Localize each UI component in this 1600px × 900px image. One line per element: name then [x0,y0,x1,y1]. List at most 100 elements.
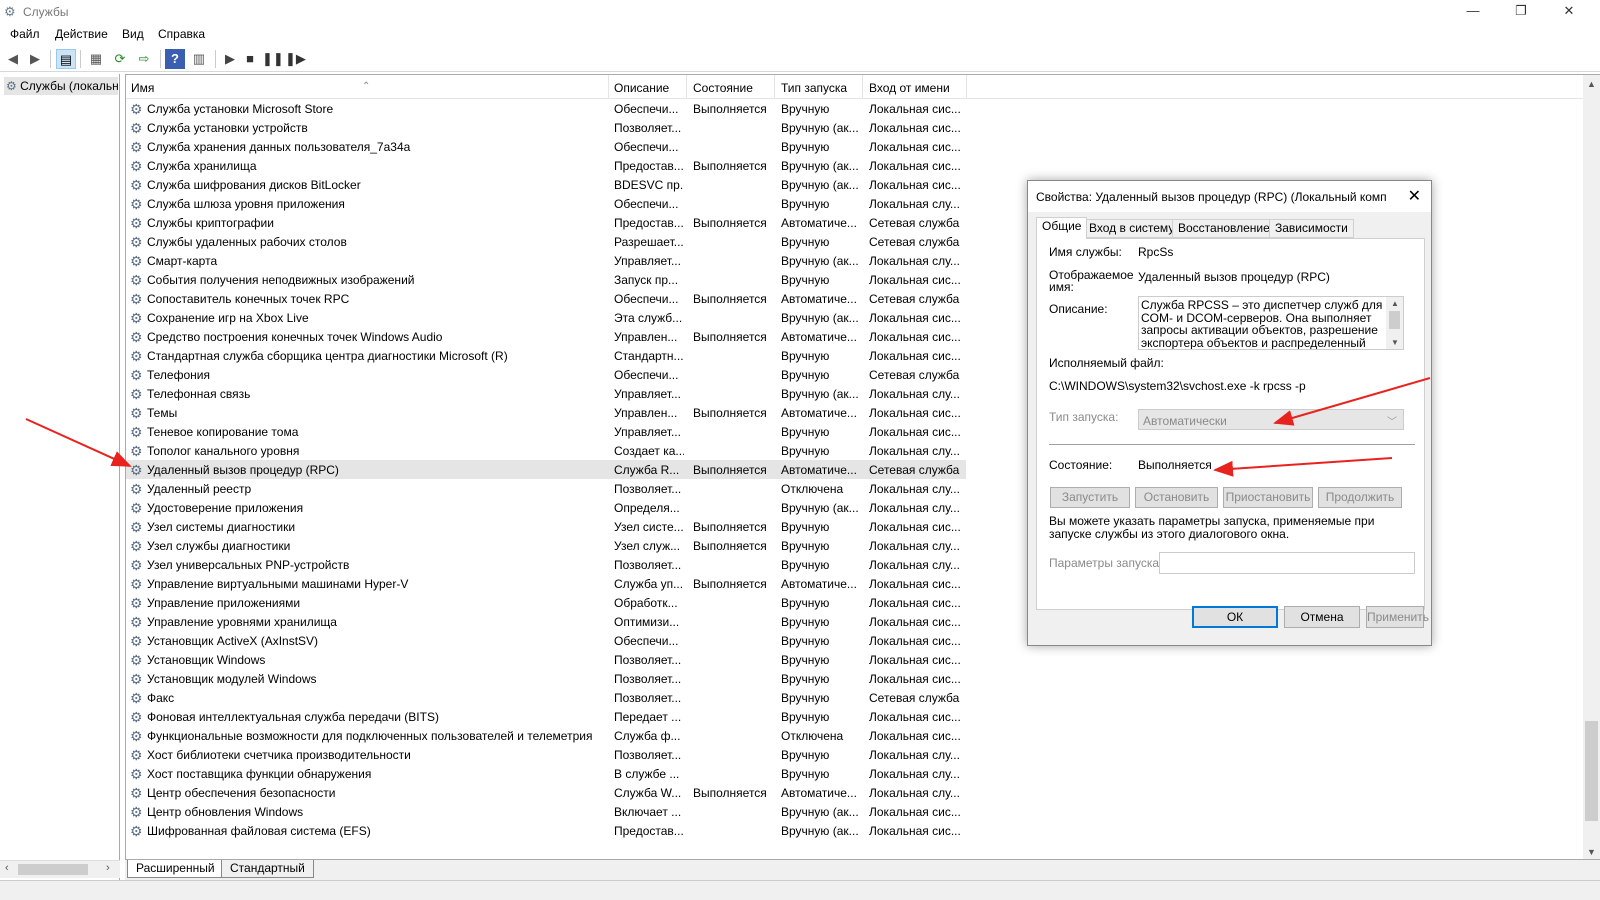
resume-button[interactable]: Продолжить [1318,487,1402,508]
table-row[interactable]: ⚙ Управление виртуальными машинами Hyper-… [126,574,966,593]
column-header-description[interactable]: Описание [614,81,669,97]
window-title: Службы [23,5,69,19]
table-row[interactable]: ⚙ Центр обеспечения безопасности Служба W.… [126,783,966,802]
table-row[interactable]: ⚙ Удостоверение приложения Определя... Вруч… [126,498,966,517]
show-hide-console-tree-icon[interactable]: ▤ [56,49,76,69]
column-header-log-on-as[interactable]: Вход от имени [869,81,950,97]
column-header-status[interactable]: Состояние [693,81,753,97]
minimize-button[interactable]: — [1450,0,1496,24]
table-row[interactable]: ⚙ Узел системы диагностики Узел систе... Вы… [126,517,966,536]
cancel-button[interactable]: Отмена [1284,606,1360,628]
description-box[interactable]: Служба RPCSS – это диспетчер служб для C… [1138,296,1404,350]
table-row[interactable]: ⚙ Центр обновления Windows Включает ... Вру… [126,802,966,821]
refresh-icon[interactable]: ⟳ [110,49,130,69]
menu-file[interactable]: Файл [10,27,40,41]
tab-recovery[interactable]: Восстановление [1172,219,1276,238]
table-row[interactable]: ⚙ Теневое копирование тома Управляет... Вру… [126,422,966,441]
forward-icon[interactable]: ▶ [25,49,45,69]
table-row[interactable]: ⚙ Установщик Windows Позволяет... Вручную Ло… [126,650,966,669]
tab-standard[interactable]: Стандартный [221,860,314,878]
table-row[interactable]: ⚙ Функциональные возможности для подключе… [126,726,966,745]
table-row[interactable]: ⚙ Удаленный реестр Позволяет... Отключена Ло… [126,479,966,498]
table-row[interactable]: ⚙ Сохранение игр на Xbox Live Эта служб...… [126,308,966,327]
stop-button[interactable]: Остановить [1135,487,1218,508]
stop-icon[interactable]: ■ [240,49,260,69]
cell-status: Выполняется [693,463,767,477]
scroll-right-icon[interactable]: › [106,862,110,874]
table-row[interactable]: ⚙ Стандартная служба сборщика центра диаг… [126,346,966,365]
table-row[interactable]: ⚙ Телефонная связь Управляет... Вручную (ак… [126,384,966,403]
table-row[interactable]: ⚙ Установщик ActiveX (AxInstSV) Обеспечи..… [126,631,966,650]
cell-name: Хост библиотеки счетчика производительно… [147,748,411,762]
scroll-down-icon[interactable]: ▼ [1587,847,1596,857]
table-row[interactable]: ⚙ Установщик модулей Windows Позволяет... В… [126,669,966,688]
table-row[interactable]: ⚙ Удаленный вызов процедур (RPC) Служба R.… [126,460,966,479]
pause-icon[interactable]: ❚❚ [262,49,284,69]
table-row[interactable]: ⚙ Тополог канального уровня Создает ка... В… [126,441,966,460]
ok-button[interactable]: ОК [1192,606,1278,628]
maximize-button[interactable]: ❐ [1498,0,1544,24]
list-vertical-scrollbar[interactable]: ▲ ▼ [1583,75,1600,859]
pause-button[interactable]: Приостановить [1223,487,1313,508]
table-row[interactable]: ⚙ События получения неподвижных изображен… [126,270,966,289]
table-row[interactable]: ⚙ Узел службы диагностики Узел служ... Выпо… [126,536,966,555]
table-row[interactable]: ⚙ Служба установки Microsoft Store Обеспеч… [126,99,966,118]
tab-general[interactable]: Общие [1036,217,1088,239]
table-row[interactable]: ⚙ Хост библиотеки счетчика производительн… [126,745,966,764]
tree-item-services-local[interactable]: ⚙ Службы (локальные) [4,77,118,95]
table-row[interactable]: ⚙ Факс Позволяет... Вручную Сетевая служба [126,688,966,707]
start-button[interactable]: Запустить [1050,487,1130,508]
back-icon[interactable]: ◀ [3,49,23,69]
table-row[interactable]: ⚙ Служба шлюза уровня приложения Обеспечи.… [126,194,966,213]
tab-log-on[interactable]: Вход в систему [1083,219,1181,238]
startup-type-label: Тип запуска: [1049,410,1119,424]
close-button[interactable]: ✕ [1546,0,1592,24]
table-row[interactable]: ⚙ Сопоставитель конечных точек RPC Обеспеч… [126,289,966,308]
menu-view[interactable]: Вид [122,27,144,41]
table-row[interactable]: ⚙ Шифрованная файловая система (EFS) Предо… [126,821,966,840]
start-params-input[interactable] [1159,552,1415,574]
table-row[interactable]: ⚙ Служба хранения данных пользователя_7a3… [126,137,966,156]
table-row[interactable]: ⚙ Служба шифрования дисков BitLocker BDESV… [126,175,966,194]
table-row[interactable]: ⚙ Управление приложениями Обработк... Вручн… [126,593,966,612]
export-list-icon[interactable]: ⇨ [134,49,154,69]
table-row[interactable]: ⚙ Службы удаленных рабочих столов Разрешае… [126,232,966,251]
start-params-hint: Вы можете указать параметры запуска, при… [1049,514,1375,541]
description-scrollbar[interactable]: ▲ ▼ [1386,297,1403,349]
table-row[interactable]: ⚙ Средство построения конечных точек Wind… [126,327,966,346]
dialog-close-icon[interactable]: ✕ [1408,186,1421,206]
table-row[interactable]: ⚙ Управление уровнями хранилища Оптимизи..… [126,612,966,631]
show-hide-action-pane-icon[interactable]: ▥ [189,49,209,69]
table-row[interactable]: ⚙ Хост поставщика функции обнаружения В сл… [126,764,966,783]
menu-action[interactable]: Действие [55,27,108,41]
cell-name: Телефонная связь [147,387,251,401]
table-row[interactable]: ⚙ Узел универсальных PNP-устройств Позволя… [126,555,966,574]
scrollbar-thumb[interactable] [1389,311,1400,329]
play-icon[interactable]: ▶ [220,49,240,69]
table-row[interactable]: ⚙ Фоновая интеллектуальная служба передач… [126,707,966,726]
tab-extended[interactable]: Расширенный [127,860,224,878]
scrollbar-thumb[interactable] [1585,721,1598,821]
tree-horizontal-scrollbar[interactable]: ‹ › [0,860,120,878]
scroll-left-icon[interactable]: ‹ [5,862,9,874]
startup-type-select[interactable]: Автоматически ﹀ [1138,409,1404,430]
column-header-name[interactable]: Имя [131,81,154,97]
table-row[interactable]: ⚙ Служба установки устройств Позволяет... В… [126,118,966,137]
apply-button[interactable]: Применить [1366,606,1429,628]
column-header-startup-type[interactable]: Тип запуска [781,81,847,97]
tab-dependencies[interactable]: Зависимости [1269,219,1354,238]
scrollbar-thumb[interactable] [18,864,88,875]
scroll-up-icon[interactable]: ▲ [1587,79,1596,89]
table-row[interactable]: ⚙ Службы криптографии Предостав... Выполняе… [126,213,966,232]
scroll-up-icon[interactable]: ▲ [1391,298,1399,311]
table-row[interactable]: ⚙ Служба хранилища Предостав... Выполняется… [126,156,966,175]
help-icon[interactable]: ? [165,49,185,69]
table-row[interactable]: ⚙ Смарт-карта Управляет... Вручную (ак... Ло… [126,251,966,270]
table-row[interactable]: ⚙ Темы Управлен... Выполняется Автоматиче...… [126,403,966,422]
restart-icon[interactable]: ❚▶ [285,49,306,69]
cell-name: Узел универсальных PNP-устройств [147,558,350,572]
menu-help[interactable]: Справка [158,27,205,41]
properties-icon[interactable]: ▦ [86,49,106,69]
table-row[interactable]: ⚙ Телефония Обеспечи... Вручную Сетевая служ… [126,365,966,384]
scroll-down-icon[interactable]: ▼ [1391,337,1399,349]
